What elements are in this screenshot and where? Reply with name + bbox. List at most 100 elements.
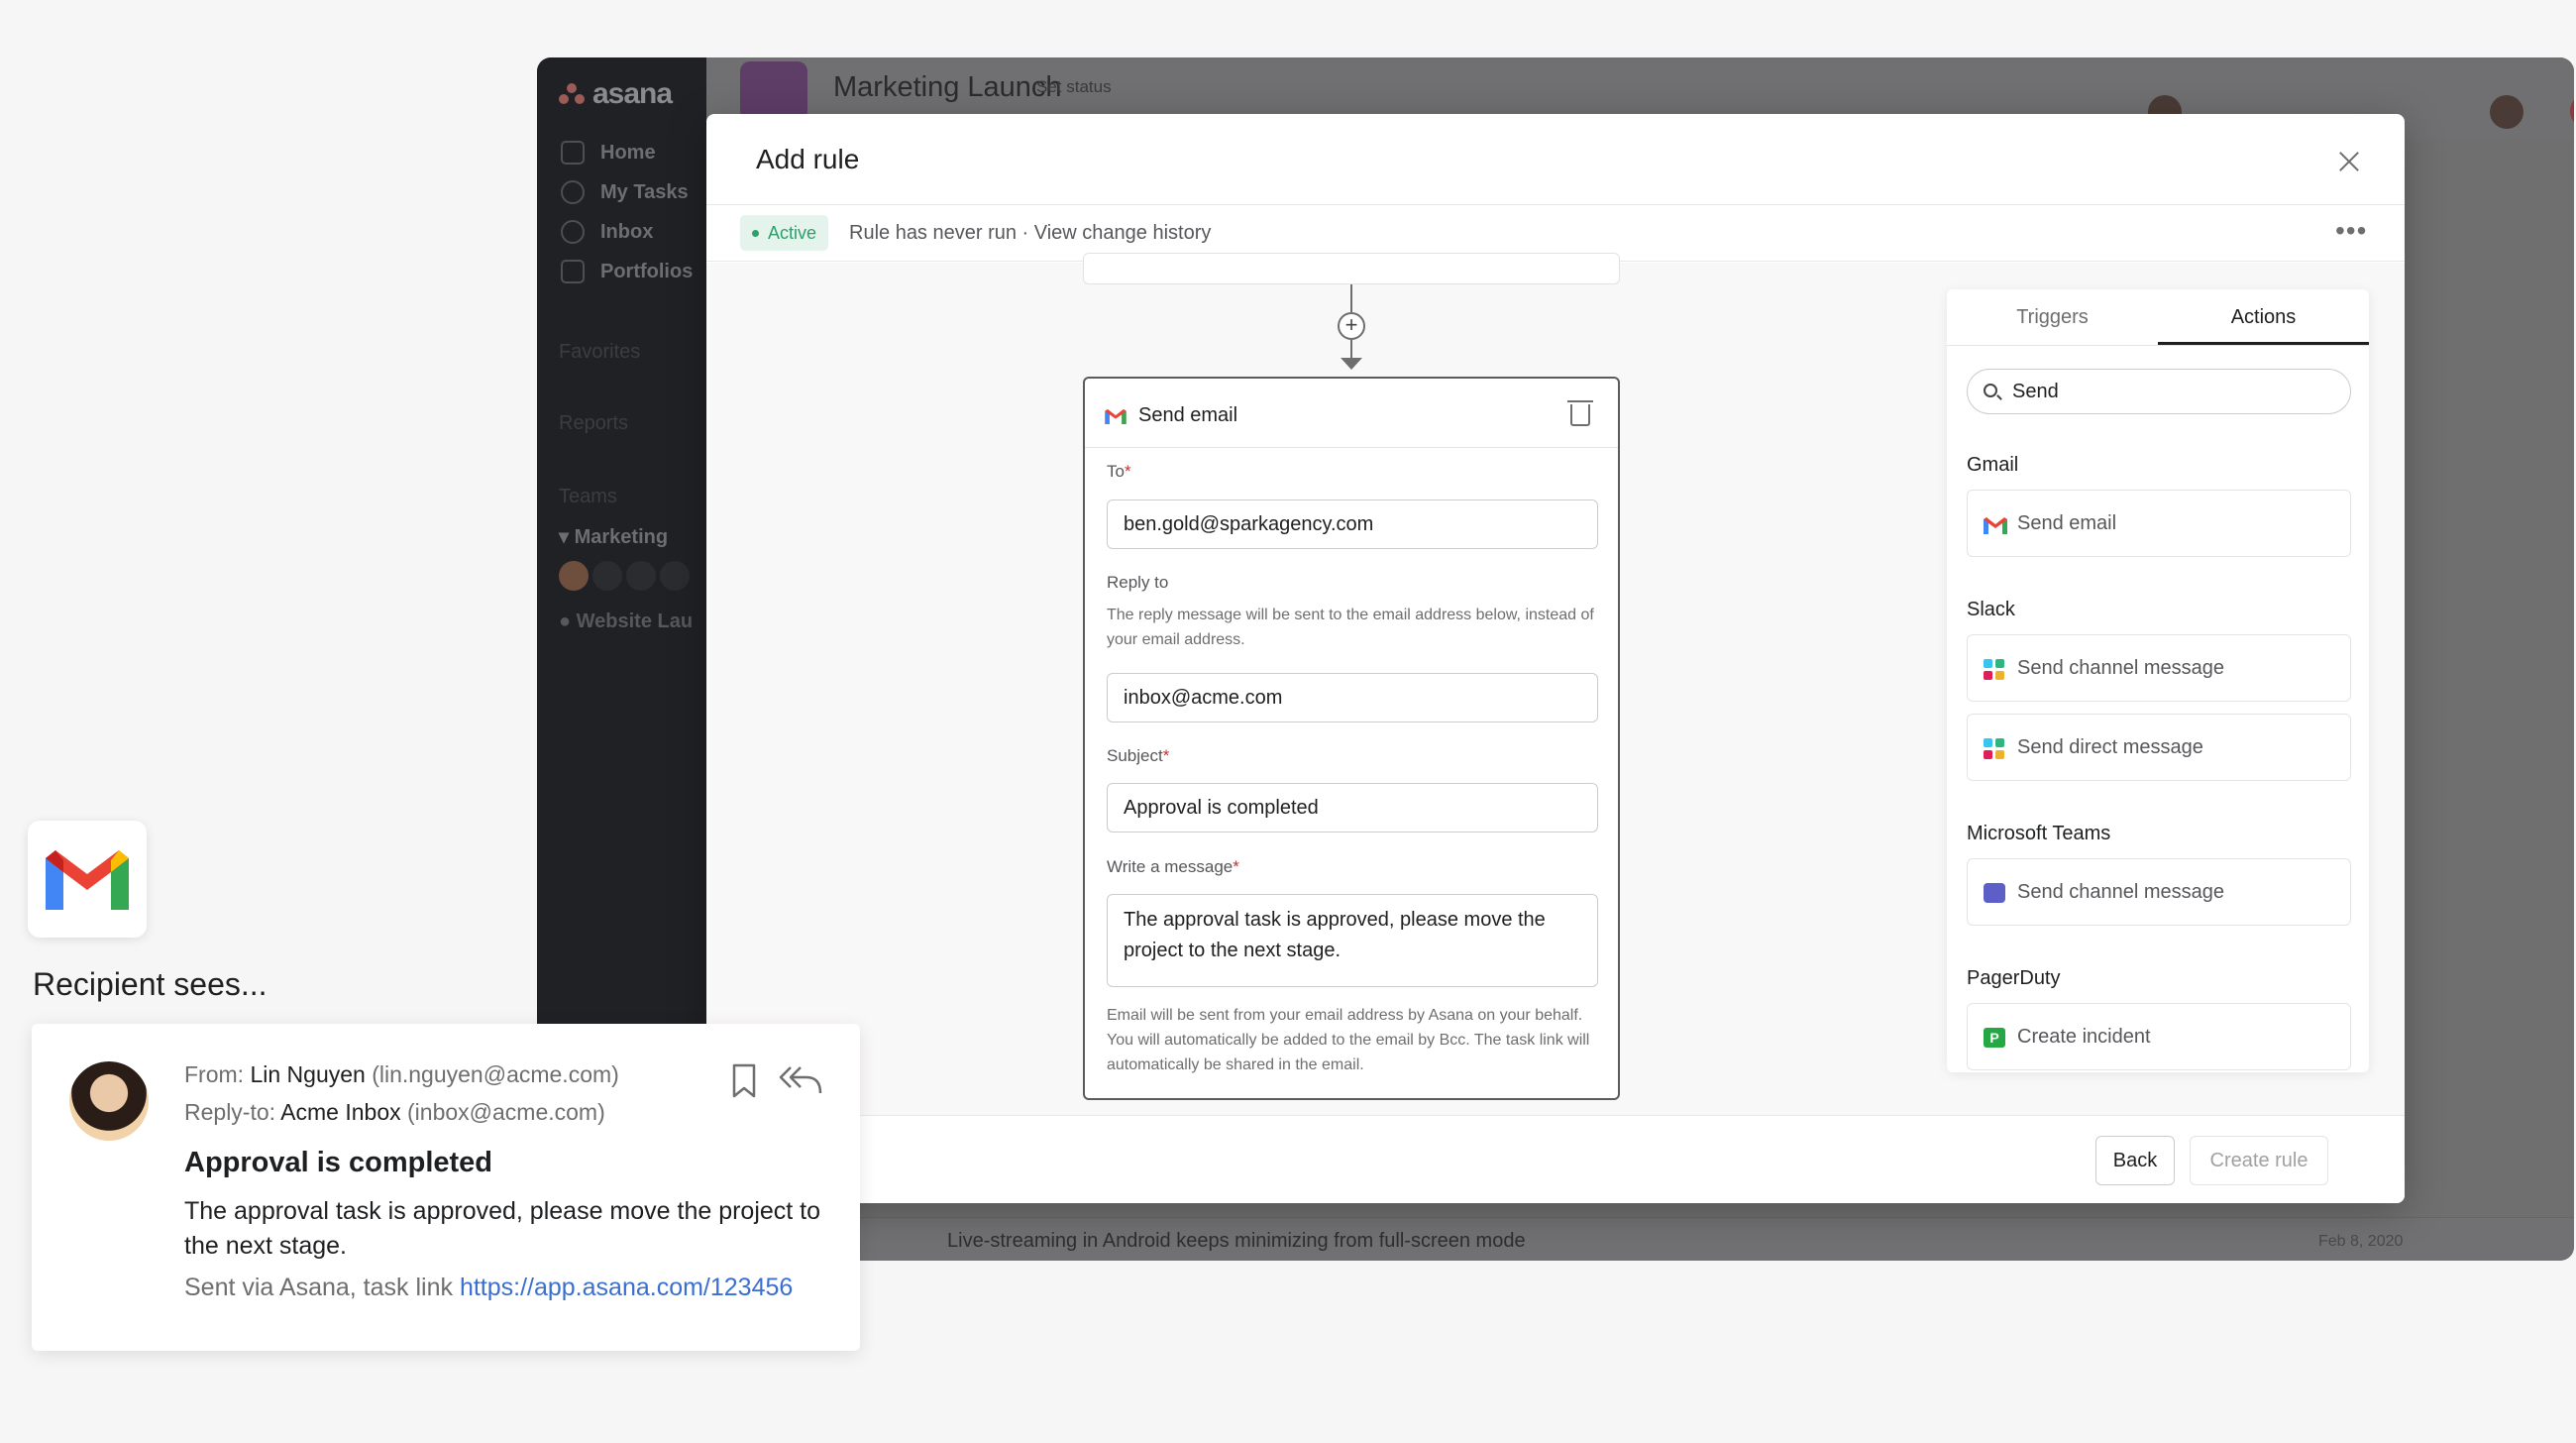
avatar	[559, 561, 589, 591]
teams-heading: Teams	[559, 486, 617, 507]
reply-to-label: Reply to	[1107, 573, 1169, 592]
to-field[interactable]: ben.gold@sparkagency.com	[1107, 500, 1598, 549]
sidebar-item-home[interactable]: Home	[561, 141, 656, 165]
sidebar-item-website-launch[interactable]: ● Website Lau	[559, 610, 693, 633]
bookmark-icon[interactable]	[731, 1063, 757, 1099]
action-slack-channel-message[interactable]: Send channel message	[1967, 634, 2351, 702]
rule-status-text[interactable]: Rule has never run · View change history	[849, 222, 1211, 245]
set-status-button[interactable]: Set status	[1036, 77, 1112, 97]
asana-logo-icon	[559, 83, 585, 105]
reply-prefix: Reply-to:	[184, 1099, 276, 1125]
status-badge: Active	[740, 215, 829, 251]
tab-actions[interactable]: Actions	[2158, 289, 2369, 345]
action-teams-channel-message[interactable]: Send channel message	[1967, 858, 2351, 926]
dialog-title: Add rule	[756, 144, 860, 174]
actions-panel: Triggers Actions Send Gmail Send email S…	[1947, 289, 2369, 1072]
subject-field[interactable]: Approval is completed	[1107, 783, 1598, 832]
teams-icon	[1984, 883, 2005, 903]
card-title: Send email	[1138, 404, 1238, 426]
subject-label: Subject*	[1107, 746, 1169, 766]
arrow-down-icon	[1341, 358, 1362, 370]
task-link[interactable]: https://app.asana.com/123456	[460, 1274, 793, 1301]
search-input[interactable]: Send	[1967, 369, 2351, 414]
email-footer: Sent via Asana, task link https://app.as…	[184, 1274, 793, 1302]
check-circle-icon	[561, 180, 585, 204]
task-name[interactable]: Live-streaming in Android keeps minimizi…	[947, 1230, 1526, 1253]
bar-chart-icon	[561, 260, 585, 283]
email-preview-card: From: Lin Nguyen (lin.nguyen@acme.com) R…	[32, 1024, 860, 1351]
avatar	[592, 561, 622, 591]
pagerduty-icon: P	[1984, 1028, 2005, 1048]
trigger-card[interactable]	[1083, 253, 1620, 284]
bell-icon	[561, 220, 585, 244]
create-rule-button[interactable]: Create rule	[2190, 1136, 2328, 1185]
action-pagerduty-create-incident[interactable]: P Create incident	[1967, 1003, 2351, 1070]
search-value: Send	[2012, 381, 2059, 402]
more-options-icon[interactable]: •••	[2335, 217, 2367, 245]
project-link-label: Website Lau	[576, 610, 694, 632]
gmail-icon	[46, 850, 129, 910]
add-step-icon[interactable]: +	[1338, 312, 1365, 340]
reply-to-hint: The reply message will be sent to the em…	[1107, 607, 1594, 648]
team-marketing[interactable]: ▾ Marketing	[559, 524, 668, 549]
sidebar-item-inbox[interactable]: Inbox	[561, 220, 653, 244]
reply-all-icon[interactable]	[779, 1065, 822, 1095]
trash-icon[interactable]	[1567, 400, 1593, 426]
reply-to-field[interactable]: inbox@acme.com	[1107, 673, 1598, 722]
action-gmail-send-email[interactable]: Send email	[1967, 490, 2351, 557]
email-footnote: Email will be sent from your email addre…	[1107, 1007, 1590, 1073]
avatar	[660, 561, 690, 591]
required-asterisk: *	[1233, 857, 1239, 876]
message-label-text: Write a message	[1107, 857, 1234, 876]
reply-to-line: Reply-to: Acme Inbox (inbox@acme.com)	[184, 1099, 605, 1126]
group-title-slack: Slack	[1967, 599, 2015, 620]
sidebar-item-label: Inbox	[600, 220, 654, 243]
send-email-card: Send email To* ben.gold@sparkagency.com …	[1083, 377, 1620, 1100]
from-line: From: Lin Nguyen (lin.nguyen@acme.com)	[184, 1061, 619, 1088]
group-title-pagerduty: PagerDuty	[1967, 967, 2061, 989]
project-title[interactable]: Marketing Launch	[833, 71, 1062, 104]
gmail-logo	[28, 821, 147, 938]
tab-triggers[interactable]: Triggers	[1947, 289, 2158, 345]
sender-email: (lin.nguyen@acme.com)	[372, 1061, 619, 1087]
team-avatars	[559, 561, 690, 591]
add-icon[interactable]	[2570, 93, 2574, 129]
sidebar-item-my-tasks[interactable]: My Tasks	[561, 180, 689, 204]
connector-line	[1350, 284, 1352, 312]
required-asterisk: *	[1162, 746, 1170, 765]
divider	[1947, 345, 2369, 346]
dialog-footer: Back Create rule	[706, 1115, 2405, 1203]
task-due-date: Feb 8, 2020	[2318, 1233, 2404, 1250]
reports-heading: Reports	[559, 412, 629, 434]
search-icon	[1984, 384, 1997, 397]
logo-text: asana	[592, 77, 673, 110]
favorites-heading: Favorites	[559, 341, 641, 363]
avatar[interactable]	[2490, 95, 2523, 129]
home-icon	[561, 141, 585, 165]
group-title-gmail: Gmail	[1967, 454, 2019, 476]
project-basket-icon	[740, 61, 807, 121]
action-slack-direct-message[interactable]: Send direct message	[1967, 714, 2351, 781]
sidebar-item-label: Portfolios	[600, 260, 694, 282]
message-field[interactable]: The approval task is approved, please mo…	[1107, 894, 1598, 987]
sidebar-item-portfolios[interactable]: Portfolios	[561, 260, 693, 283]
team-name: Marketing	[574, 526, 669, 548]
back-button[interactable]: Back	[2095, 1136, 2175, 1185]
gmail-icon	[1105, 408, 1127, 424]
gmail-icon	[1984, 517, 2007, 534]
to-label: To*	[1107, 462, 1131, 482]
to-label-text: To	[1107, 462, 1125, 481]
action-label: Send direct message	[2017, 736, 2203, 758]
connector-line	[1350, 340, 1352, 360]
email-subject: Approval is completed	[184, 1147, 493, 1178]
sidebar-item-label: Home	[600, 141, 656, 164]
add-rule-dialog: Add rule Active Rule has never run · Vie…	[706, 114, 2405, 1203]
action-label: Create incident	[2017, 1026, 2151, 1048]
action-label: Send channel message	[2017, 881, 2225, 903]
group-title-microsoft-teams: Microsoft Teams	[1967, 823, 2111, 844]
close-icon[interactable]	[2331, 144, 2367, 179]
reply-name: Acme Inbox	[280, 1099, 401, 1125]
action-label: Send channel message	[2017, 657, 2225, 679]
card-header: Send email	[1085, 379, 1618, 448]
asana-logo[interactable]: asana	[559, 77, 673, 111]
